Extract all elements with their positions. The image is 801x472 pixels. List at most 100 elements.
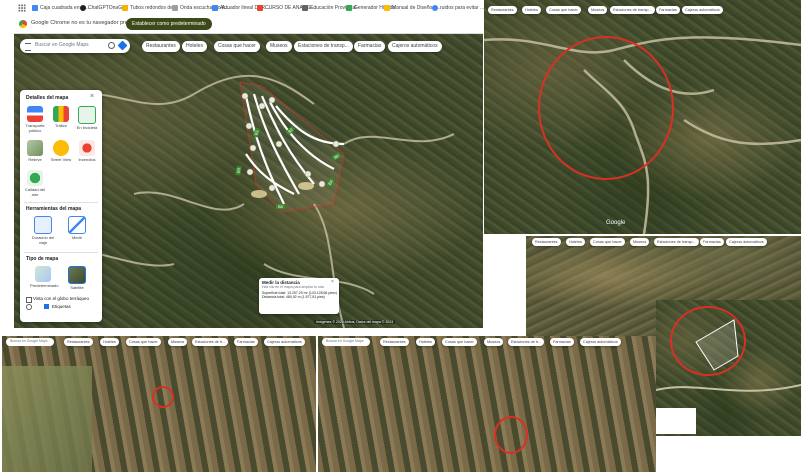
default-browser-infobar: Google Chrome no es tu navegador predete… xyxy=(14,16,483,34)
chip-restaurants[interactable]: Restaurantes xyxy=(488,6,517,14)
chip-things-to-do[interactable]: Cosas que hacer xyxy=(214,41,260,52)
close-icon[interactable]: × xyxy=(90,93,94,100)
chip-restaurants[interactable]: Restaurantes xyxy=(380,338,409,346)
chip-museums[interactable]: Museos xyxy=(484,338,504,346)
measure-hint: Haz clic en el mapa para ampliar tu ruta xyxy=(262,285,324,289)
panel-title: Detalles del mapa xyxy=(26,95,69,101)
chrome-icon xyxy=(19,20,27,28)
main-screenshot: Caja cuadrada en ca... ChatGPTOnaGPT Tub… xyxy=(14,0,484,328)
set-default-button[interactable]: Establecer como predeterminado xyxy=(126,18,212,30)
chip-restaurants[interactable]: Restaurantes xyxy=(64,338,93,346)
info-icon[interactable] xyxy=(26,304,32,310)
layer-terrain[interactable]: Relieve xyxy=(22,140,48,162)
search-input[interactable]: Buscar en Google Maps xyxy=(10,339,48,343)
chip-atms[interactable]: Cajeros automáticos xyxy=(726,238,767,246)
chip-museums[interactable]: Museos xyxy=(588,6,608,14)
bottom-center-map[interactable]: Buscar en Google Maps Restaurantes Hotel… xyxy=(318,336,656,472)
bottom-left-map[interactable]: Buscar en Google Maps Restaurantes Hotel… xyxy=(2,336,316,472)
bookmark-item[interactable]: Tubos redondos de... xyxy=(122,0,177,16)
tools-title: Herramientas del mapa xyxy=(26,206,82,212)
bicycle-icon xyxy=(78,106,96,124)
chip-things-to-do[interactable]: Cosas que hacer xyxy=(442,338,477,346)
chip-atms[interactable]: Cajeros automáticos xyxy=(388,41,442,52)
traffic-icon xyxy=(53,106,69,122)
bookmark-item[interactable]: ruidos para evitar ... xyxy=(432,0,484,16)
search-input[interactable]: Buscar en Google Maps xyxy=(326,339,364,343)
divider xyxy=(24,252,98,253)
chip-transit[interactable]: Estaciones de tr... xyxy=(508,338,545,346)
layer-air-quality[interactable]: Calidad del aire xyxy=(22,170,48,197)
lower-right-map[interactable] xyxy=(656,300,801,436)
divider xyxy=(24,202,98,203)
chip-restaurants[interactable]: Restaurantes xyxy=(142,41,180,52)
globe-checkbox[interactable] xyxy=(26,297,32,303)
chip-pharmacies[interactable]: Farmacias xyxy=(354,41,386,52)
total-distance: Distancia total: 480,92 m (1.577,81 pies… xyxy=(262,295,325,299)
search-box[interactable]: Buscar en Google Maps xyxy=(20,39,130,53)
chip-atms[interactable]: Cajeros automáticos xyxy=(580,338,621,346)
satellite-map-icon xyxy=(68,266,86,284)
measure-distance-box: Medir la distancia Haz clic en el mapa p… xyxy=(259,278,339,314)
menu-icon[interactable] xyxy=(25,43,31,51)
directions-icon[interactable] xyxy=(117,40,128,51)
chip-pharmacies[interactable]: Farmacias xyxy=(234,338,258,346)
highlight-circle xyxy=(538,36,674,180)
chip-hotels[interactable]: Hoteles xyxy=(566,238,585,246)
valley-area xyxy=(2,366,92,472)
search-icon[interactable] xyxy=(108,42,115,49)
labels-label: Etiquetas xyxy=(52,304,71,309)
apps-grid-icon[interactable] xyxy=(18,4,26,12)
chip-museums[interactable]: Museos xyxy=(630,238,650,246)
chip-atms[interactable]: Cajeros automáticos xyxy=(682,6,723,14)
wildfire-icon xyxy=(79,140,95,156)
map-type-title: Tipo de mapa xyxy=(26,256,59,262)
map-attribution: Imágenes © 2023 Airbus, Datos del mapa ©… xyxy=(314,320,396,324)
chip-museums[interactable]: Museos xyxy=(168,338,188,346)
chip-transit[interactable]: Estaciones de transp... xyxy=(610,6,655,14)
street-view-icon xyxy=(53,140,69,156)
map-details-panel: Detalles del mapa × Transporte público T… xyxy=(20,90,102,322)
globe-label: Vista con el globo terráqueo xyxy=(33,296,89,301)
chip-transit[interactable]: Estaciones de tr... xyxy=(192,338,229,346)
search-box[interactable]: Buscar en Google Maps xyxy=(6,338,54,346)
layer-traffic[interactable]: Tráfico xyxy=(48,106,74,128)
chip-hotels[interactable]: Hoteles xyxy=(100,338,119,346)
chip-pharmacies[interactable]: Farmacias xyxy=(656,6,680,14)
chip-hotels[interactable]: Hoteles xyxy=(182,41,207,52)
chip-pharmacies[interactable]: Farmacias xyxy=(550,338,574,346)
chip-things-to-do[interactable]: Cosas que hacer xyxy=(546,6,581,14)
area-label: B5 xyxy=(276,204,285,209)
chip-transit[interactable]: Estaciones de transp... xyxy=(294,41,353,52)
search-input[interactable]: Buscar en Google Maps xyxy=(35,42,89,48)
satellite-map[interactable]: B1 B2 B3 B4 B5 B6 Buscar en Google Maps … xyxy=(14,34,483,328)
chip-transit[interactable]: Estaciones de transp... xyxy=(654,238,699,246)
chip-things-to-do[interactable]: Cosas que hacer xyxy=(126,338,161,346)
chip-pharmacies[interactable]: Farmacias xyxy=(700,238,724,246)
transit-icon xyxy=(27,106,43,122)
layer-transit[interactable]: Transporte público xyxy=(22,106,48,133)
map-type-satellite[interactable]: Satélite xyxy=(64,266,90,290)
travel-time-icon xyxy=(34,216,52,234)
highlight-circle xyxy=(494,416,528,454)
highlight-circle xyxy=(670,306,746,376)
info-card xyxy=(656,408,696,434)
layer-street-view[interactable]: Street View xyxy=(48,140,74,162)
close-icon[interactable]: × xyxy=(331,279,334,285)
tool-measure[interactable]: Medir xyxy=(64,216,90,240)
layer-wildfires[interactable]: Incendios xyxy=(74,140,100,162)
tool-travel-time[interactable]: Duración del viaje xyxy=(30,216,56,245)
chip-hotels[interactable]: Hoteles xyxy=(416,338,435,346)
bookmarks-bar: Caja cuadrada en ca... ChatGPTOnaGPT Tub… xyxy=(14,0,484,17)
top-right-map[interactable]: Restaurantes Hoteles Cosas que hacer Mus… xyxy=(484,0,801,234)
chip-restaurants[interactable]: Restaurantes xyxy=(532,238,561,246)
google-watermark: Google xyxy=(606,220,626,226)
chip-museums[interactable]: Museos xyxy=(266,41,292,52)
chip-atms[interactable]: Cajeros automáticos xyxy=(264,338,305,346)
chip-hotels[interactable]: Hoteles xyxy=(522,6,541,14)
labels-checkbox[interactable] xyxy=(44,304,49,309)
air-quality-icon xyxy=(27,170,43,186)
map-type-default[interactable]: Predeterminado xyxy=(30,266,58,288)
chip-things-to-do[interactable]: Cosas que hacer xyxy=(590,238,625,246)
search-box[interactable]: Buscar en Google Maps xyxy=(322,338,370,346)
layer-bicycle[interactable]: En bicicleta xyxy=(74,106,100,130)
